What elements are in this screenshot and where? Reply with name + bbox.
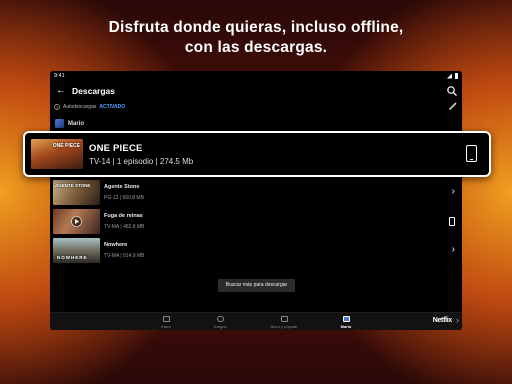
thumbnail-text: AGENTE STONE	[55, 183, 91, 188]
back-arrow-icon[interactable]: ←	[56, 85, 66, 97]
status-time: 9:41	[54, 73, 65, 79]
home-icon	[162, 316, 170, 322]
item-title: Agente Stone	[104, 184, 140, 190]
smart-downloads-label: Autodescargas	[63, 103, 97, 110]
app-bar: ← Descargas	[50, 81, 462, 101]
list-item[interactable]: Fuga de reinas TV-MA | 482.8 MB	[53, 208, 459, 235]
gamepad-icon	[216, 316, 224, 322]
chevron-right-icon[interactable]: ›	[452, 186, 455, 198]
profile-header: Mario	[55, 119, 84, 128]
promo-headline: Disfruta donde quieras, incluso offline,…	[0, 18, 512, 58]
info-icon	[54, 103, 60, 110]
pencil-icon[interactable]	[448, 101, 458, 111]
nav-item-nuevo-popular[interactable]: Novo y popular	[256, 316, 312, 329]
avatar	[55, 119, 64, 128]
netflix-logo: Netflix	[432, 317, 453, 324]
device-icon[interactable]	[466, 145, 477, 162]
search-icon[interactable]	[446, 85, 458, 97]
featured-title: ONE PIECE	[89, 143, 143, 154]
item-title: Fuga de reinas	[104, 213, 143, 219]
bottom-nav: Inicio Juegos Novo y popular Mario Netfl…	[50, 312, 462, 330]
nav-item-mi-netflix[interactable]: Mario	[318, 316, 374, 329]
featured-download-card[interactable]: ONE PIECE ONE PIECE TV-14 | 1 episodio |…	[23, 131, 491, 177]
list-item[interactable]: NOWHERE Nowhere TV-MA | 514.9 MB ›	[53, 237, 459, 264]
headline-line-1: Disfruta donde quieras, incluso offline,	[108, 19, 404, 36]
signal-icon	[447, 73, 452, 79]
status-bar: 9:41	[50, 71, 462, 81]
headline-line-2: con las descargas.	[184, 39, 328, 56]
thumbnail-text: NOWHERE	[57, 255, 88, 260]
smart-downloads-state: ACTIVADO	[99, 103, 126, 110]
tablet-screen: 9:41 ← Descargas Autodescargas ACTIVADO …	[50, 71, 462, 330]
find-more-button[interactable]: Buscar más para descargar	[218, 279, 295, 292]
list-item[interactable]: AGENTE STONE Agente Stone PG-13 | 660.8 …	[53, 179, 459, 206]
device-icon[interactable]	[449, 217, 455, 226]
nav-item-juegos[interactable]: Juegos	[192, 316, 248, 329]
item-meta: PG-13 | 660.8 MB	[104, 195, 144, 201]
smart-downloads-row[interactable]: Autodescargas ACTIVADO	[54, 101, 458, 112]
title-thumbnail: NOWHERE	[53, 238, 100, 263]
chevron-right-icon[interactable]: ›	[452, 244, 455, 256]
nav-item-label: Inicio	[161, 324, 171, 329]
chevron-right-icon[interactable]: ›	[456, 315, 459, 325]
nav-item-label: Mario	[340, 324, 352, 329]
featured-thumbnail: ONE PIECE	[31, 139, 83, 169]
new-popular-icon	[280, 316, 288, 322]
nav-item-inicio[interactable]: Inicio	[138, 316, 194, 329]
title-thumbnail: AGENTE STONE	[53, 180, 100, 205]
featured-meta: TV-14 | 1 episodio | 274.5 Mb	[89, 157, 194, 166]
item-title: Nowhere	[104, 242, 128, 248]
thumbnail-text: ONE PIECE	[52, 143, 80, 149]
profile-name: Mario	[68, 120, 85, 127]
item-meta: TV-MA | 514.9 MB	[104, 253, 145, 259]
profile-icon	[342, 316, 350, 322]
play-icon[interactable]	[53, 209, 100, 234]
nav-item-label: Juegos	[213, 324, 227, 329]
title-thumbnail	[53, 209, 100, 234]
battery-icon	[455, 73, 458, 79]
item-meta: TV-MA | 482.8 MB	[104, 224, 145, 230]
page-title: Descargas	[72, 86, 116, 96]
nav-item-label: Novo y popular	[270, 324, 298, 329]
